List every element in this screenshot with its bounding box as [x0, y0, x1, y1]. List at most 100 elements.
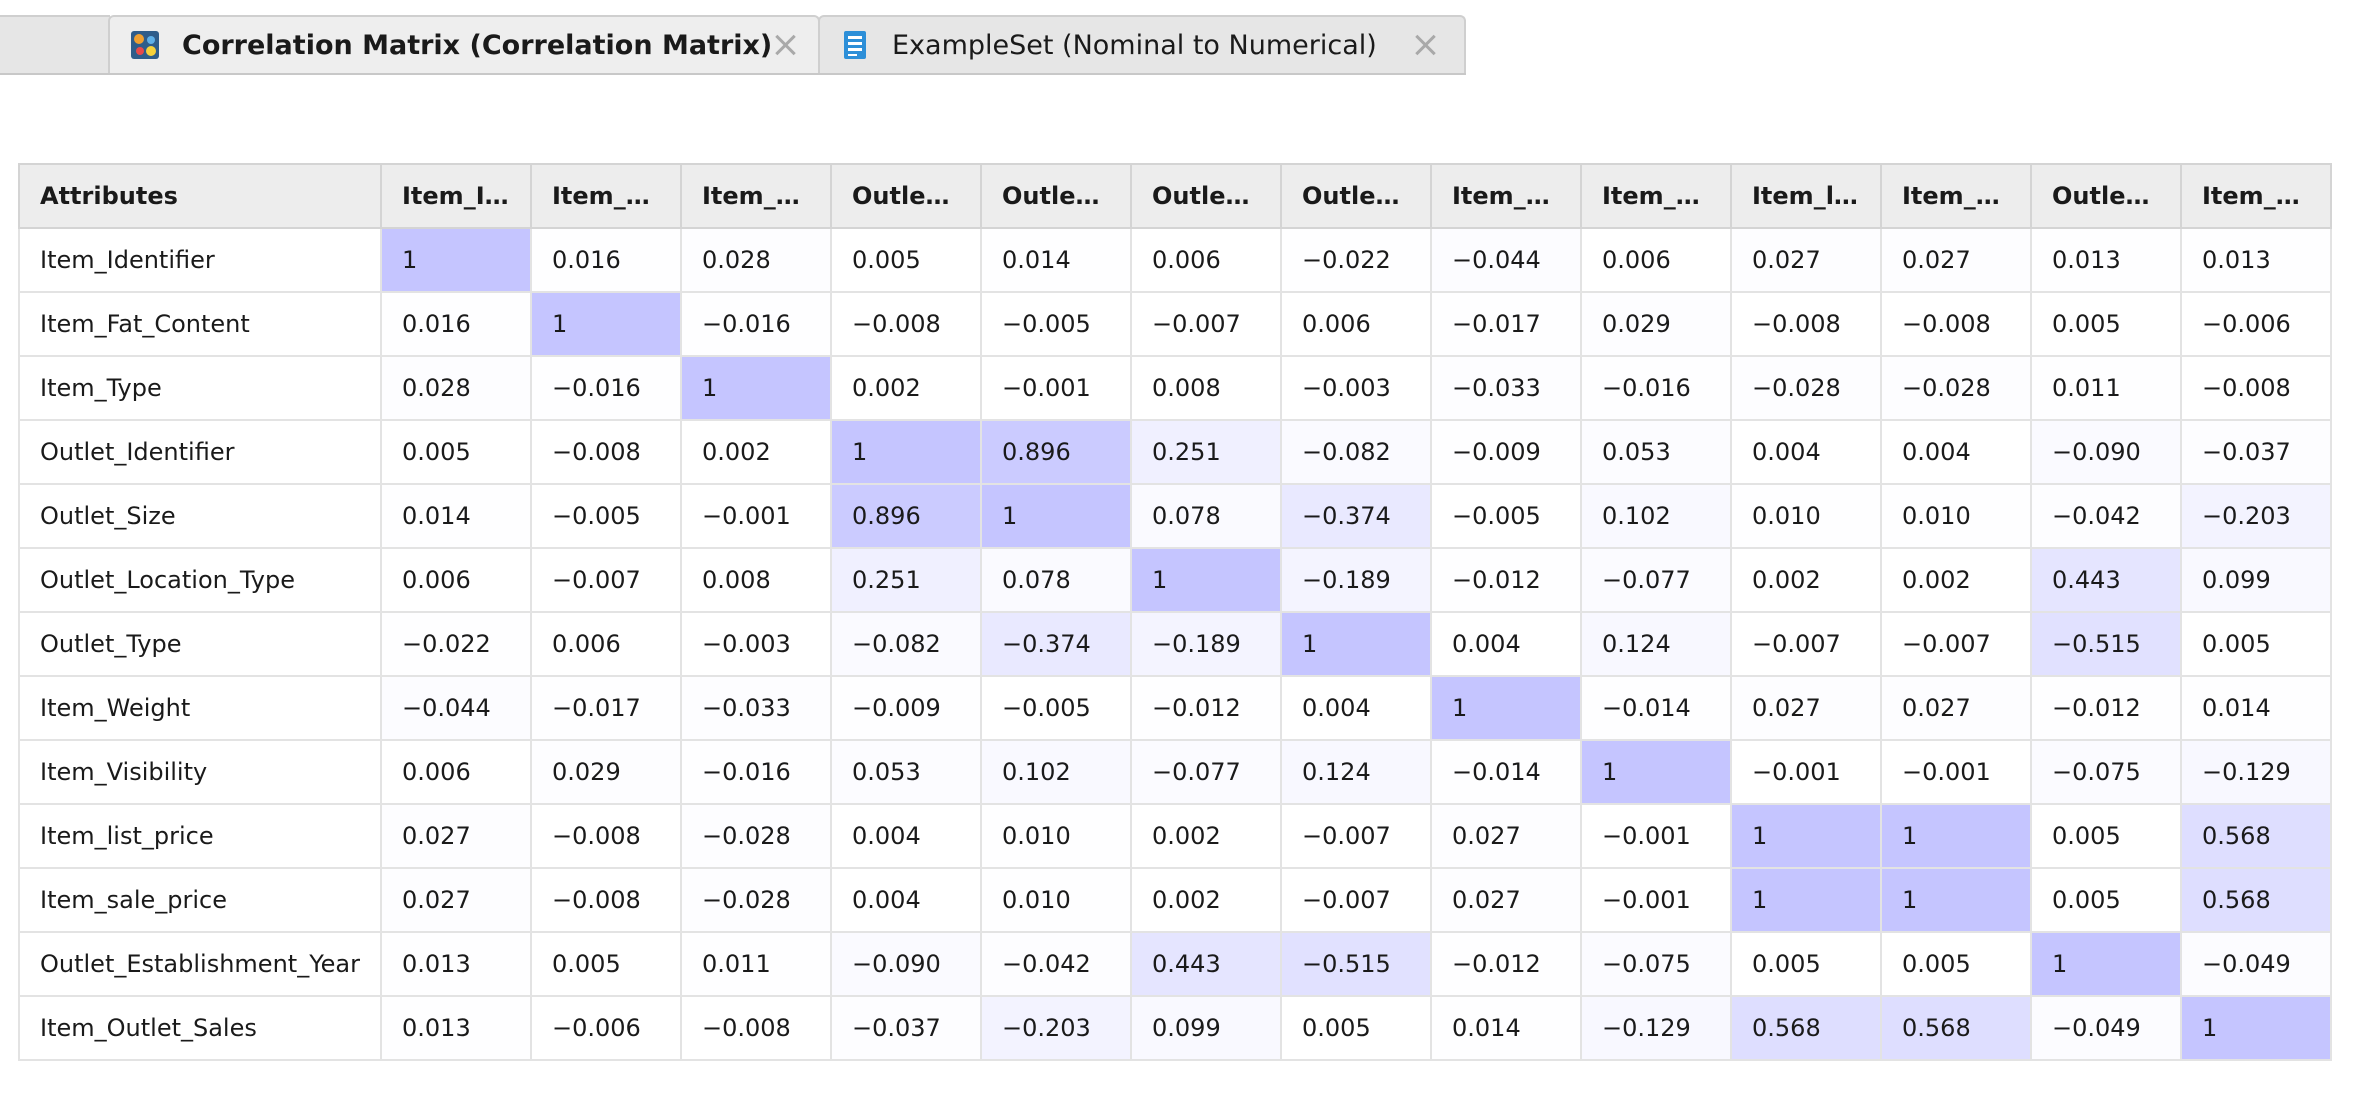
matrix-cell[interactable]: −0.042 — [2030, 483, 2182, 549]
column-header[interactable]: Item_T... — [680, 163, 832, 229]
matrix-cell[interactable]: −0.189 — [1280, 547, 1432, 613]
matrix-cell[interactable]: −0.001 — [1730, 739, 1882, 805]
matrix-cell[interactable]: 0.251 — [1130, 419, 1282, 485]
matrix-cell[interactable]: 0.002 — [1730, 547, 1882, 613]
matrix-cell[interactable]: 1 — [830, 419, 982, 485]
matrix-cell[interactable]: 0.005 — [1880, 931, 2032, 997]
matrix-cell[interactable]: −0.001 — [1580, 803, 1732, 869]
matrix-cell[interactable]: 0.078 — [1130, 483, 1282, 549]
matrix-cell[interactable]: −0.077 — [1130, 739, 1282, 805]
matrix-cell[interactable]: −0.515 — [2030, 611, 2182, 677]
close-icon[interactable] — [772, 32, 798, 58]
matrix-cell[interactable]: −0.007 — [1130, 291, 1282, 357]
matrix-cell[interactable]: 0.029 — [1580, 291, 1732, 357]
matrix-cell[interactable]: −0.005 — [980, 291, 1132, 357]
matrix-cell[interactable]: 0.004 — [1430, 611, 1582, 677]
matrix-cell[interactable]: 1 — [530, 291, 682, 357]
matrix-cell[interactable]: −0.022 — [1280, 227, 1432, 293]
column-header[interactable]: Outlet_... — [830, 163, 982, 229]
matrix-cell[interactable]: 0.029 — [530, 739, 682, 805]
matrix-cell[interactable]: −0.006 — [530, 995, 682, 1061]
matrix-cell[interactable]: 1 — [380, 227, 532, 293]
matrix-cell[interactable]: 0.102 — [980, 739, 1132, 805]
matrix-cell[interactable]: 0.099 — [2180, 547, 2332, 613]
matrix-cell[interactable]: 0.004 — [830, 867, 982, 933]
column-header[interactable]: Outlet_... — [1130, 163, 1282, 229]
matrix-cell[interactable]: 0.568 — [2180, 803, 2332, 869]
matrix-cell[interactable]: −0.001 — [980, 355, 1132, 421]
matrix-cell[interactable]: −0.007 — [1730, 611, 1882, 677]
matrix-cell[interactable]: −0.042 — [980, 931, 1132, 997]
matrix-cell[interactable]: 0.568 — [2180, 867, 2332, 933]
matrix-cell[interactable]: 0.010 — [980, 803, 1132, 869]
matrix-cell[interactable]: 1 — [980, 483, 1132, 549]
matrix-cell[interactable]: 0.027 — [380, 867, 532, 933]
matrix-cell[interactable]: −0.090 — [2030, 419, 2182, 485]
matrix-cell[interactable]: 0.027 — [1430, 803, 1582, 869]
matrix-cell[interactable]: 0.027 — [1880, 675, 2032, 741]
matrix-cell[interactable]: −0.014 — [1580, 675, 1732, 741]
matrix-cell[interactable]: −0.007 — [1280, 867, 1432, 933]
matrix-cell[interactable]: −0.008 — [830, 291, 982, 357]
matrix-cell[interactable]: −0.016 — [680, 291, 832, 357]
matrix-cell[interactable]: 0.006 — [530, 611, 682, 677]
matrix-cell[interactable]: 0.013 — [380, 931, 532, 997]
matrix-cell[interactable]: 0.078 — [980, 547, 1132, 613]
matrix-cell[interactable]: −0.374 — [980, 611, 1132, 677]
matrix-cell[interactable]: 1 — [1730, 803, 1882, 869]
matrix-cell[interactable]: 0.002 — [1130, 803, 1282, 869]
column-header[interactable]: Item_Vi... — [1580, 163, 1732, 229]
matrix-cell[interactable]: 0.002 — [680, 419, 832, 485]
matrix-cell[interactable]: −0.012 — [2030, 675, 2182, 741]
column-header[interactable]: Item_s... — [1880, 163, 2032, 229]
matrix-cell[interactable]: 1 — [1880, 867, 2032, 933]
matrix-cell[interactable]: 0.004 — [1880, 419, 2032, 485]
matrix-cell[interactable]: −0.515 — [1280, 931, 1432, 997]
matrix-cell[interactable]: −0.001 — [1880, 739, 2032, 805]
matrix-cell[interactable]: −0.189 — [1130, 611, 1282, 677]
matrix-cell[interactable]: −0.028 — [1730, 355, 1882, 421]
matrix-cell[interactable]: −0.003 — [1280, 355, 1432, 421]
matrix-cell[interactable]: −0.001 — [1580, 867, 1732, 933]
matrix-cell[interactable]: −0.033 — [680, 675, 832, 741]
matrix-cell[interactable]: −0.012 — [1430, 931, 1582, 997]
matrix-cell[interactable]: 0.008 — [680, 547, 832, 613]
matrix-cell[interactable]: 0.896 — [980, 419, 1132, 485]
column-header[interactable]: Item_Id... — [380, 163, 532, 229]
matrix-cell[interactable]: −0.005 — [530, 483, 682, 549]
matrix-cell[interactable]: −0.082 — [1280, 419, 1432, 485]
matrix-cell[interactable]: −0.003 — [680, 611, 832, 677]
matrix-cell[interactable]: 0.002 — [1880, 547, 2032, 613]
matrix-cell[interactable]: 0.568 — [1730, 995, 1882, 1061]
matrix-cell[interactable]: 0.014 — [380, 483, 532, 549]
matrix-cell[interactable]: 1 — [2180, 995, 2332, 1061]
matrix-cell[interactable]: 0.005 — [2180, 611, 2332, 677]
column-header-attributes[interactable]: Attributes — [18, 163, 382, 229]
matrix-cell[interactable]: 0.006 — [1280, 291, 1432, 357]
matrix-cell[interactable]: −0.007 — [530, 547, 682, 613]
matrix-cell[interactable]: 0.028 — [380, 355, 532, 421]
column-header[interactable]: Item_O... — [2180, 163, 2332, 229]
column-header[interactable]: Outlet_... — [980, 163, 1132, 229]
matrix-cell[interactable]: 0.027 — [1730, 675, 1882, 741]
matrix-cell[interactable]: 0.006 — [380, 547, 532, 613]
matrix-cell[interactable]: 0.005 — [1280, 995, 1432, 1061]
matrix-cell[interactable]: 1 — [1430, 675, 1582, 741]
matrix-cell[interactable]: 0.006 — [1130, 227, 1282, 293]
matrix-cell[interactable]: −0.017 — [530, 675, 682, 741]
matrix-cell[interactable]: −0.044 — [1430, 227, 1582, 293]
matrix-cell[interactable]: 0.002 — [1130, 867, 1282, 933]
matrix-cell[interactable]: 0.005 — [530, 931, 682, 997]
matrix-cell[interactable]: −0.033 — [1430, 355, 1582, 421]
matrix-cell[interactable]: 0.027 — [1730, 227, 1882, 293]
matrix-cell[interactable]: 0.014 — [1430, 995, 1582, 1061]
matrix-cell[interactable]: 0.004 — [1730, 419, 1882, 485]
matrix-cell[interactable]: −0.007 — [1880, 611, 2032, 677]
matrix-cell[interactable]: −0.049 — [2180, 931, 2332, 997]
matrix-cell[interactable]: 1 — [680, 355, 832, 421]
matrix-cell[interactable]: 0.027 — [1880, 227, 2032, 293]
matrix-cell[interactable]: −0.049 — [2030, 995, 2182, 1061]
column-header[interactable]: Item_W... — [1430, 163, 1582, 229]
tab-correlation-matrix[interactable]: Correlation Matrix (Correlation Matrix) — [108, 15, 820, 73]
matrix-cell[interactable]: 0.568 — [1880, 995, 2032, 1061]
